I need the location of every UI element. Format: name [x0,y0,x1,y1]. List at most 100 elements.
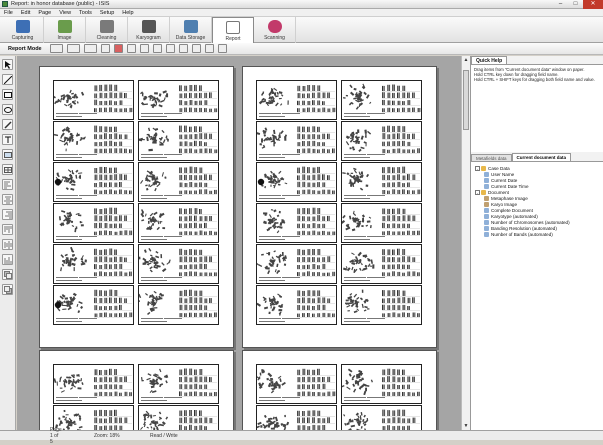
tab-current-document-data[interactable]: Current document data [512,153,572,161]
tab-capturing[interactable]: Capturing [2,17,44,43]
metaphase-karyogram-cell[interactable] [138,364,219,404]
tab-data-storage[interactable]: Data Storage [170,17,212,43]
new-document-button[interactable] [50,44,63,53]
metaphase-karyogram-cell[interactable] [256,80,337,120]
metaphase-karyogram-cell[interactable] [138,80,219,120]
scroll-down-icon[interactable]: ▼ [462,422,470,430]
metaphase-karyogram-cell[interactable] [256,121,337,161]
tree-item-label: Karyotype (automated) [491,214,538,219]
menu-tools[interactable]: Tools [75,10,96,16]
send-back-button[interactable] [2,284,13,295]
scrollbar-thumb[interactable] [463,70,469,130]
align-bottom-button[interactable] [2,254,13,265]
metaphase-karyogram-cell[interactable] [138,285,219,325]
metaphase-karyogram-cell[interactable] [53,203,134,243]
image-tool-button[interactable] [2,149,13,160]
report-page[interactable] [39,66,234,348]
table-tool-button[interactable] [2,164,13,175]
zoom-in-button[interactable] [153,44,162,53]
print-button[interactable] [114,44,123,53]
metaphase-karyogram-cell[interactable] [256,364,337,404]
align-middle-button[interactable] [2,239,13,250]
align-center-button[interactable] [2,194,13,205]
page-setup-button[interactable] [218,44,227,53]
menu-file[interactable]: File [0,10,17,16]
metaphase-karyogram-cell[interactable] [53,405,134,430]
metaphase-karyogram-cell[interactable] [341,162,422,202]
metaphase-thumbnail [54,406,135,430]
report-page[interactable] [39,350,234,430]
metaphase-karyogram-cell[interactable] [138,405,219,430]
metaphase-karyogram-cell[interactable] [53,244,134,284]
two-pages-button[interactable] [205,44,214,53]
metaphase-karyogram-cell[interactable] [138,244,219,284]
metaphase-karyogram-cell[interactable] [341,285,422,325]
zoom-out-button[interactable] [166,44,175,53]
metaphase-karyogram-cell[interactable] [53,121,134,161]
tab-image[interactable]: Image [44,17,86,43]
bring-front-icon [4,271,12,279]
tree-item-label: Complete Document [491,208,533,213]
align-top-button[interactable] [2,224,13,235]
metaphase-karyogram-cell[interactable] [53,162,134,202]
pen-tool-button[interactable] [2,119,13,130]
menu-edit[interactable]: Edit [17,10,34,16]
print-preview-button[interactable] [101,44,110,53]
tab-quick-help[interactable]: Quick Help [471,56,507,64]
zoom-fit-button[interactable] [179,44,188,53]
align-left-button[interactable] [2,179,13,190]
collapse-icon[interactable]: - [475,190,480,195]
close-button[interactable]: ✕ [583,0,603,9]
menu-page[interactable]: Page [34,10,55,16]
metaphase-karyogram-cell[interactable] [341,244,422,284]
metaphase-karyogram-cell[interactable] [256,285,337,325]
metaphase-karyogram-cell[interactable] [138,162,219,202]
metaphase-karyogram-cell[interactable] [341,121,422,161]
tab-cleaning[interactable]: Cleaning [86,17,128,43]
open-document-button[interactable] [67,44,80,53]
scroll-up-icon[interactable]: ▲ [462,56,470,64]
metaphase-karyogram-cell[interactable] [341,364,422,404]
tree-item[interactable]: Number of Bands (automated) [475,231,602,237]
report-canvas[interactable] [17,56,461,430]
vertical-scrollbar[interactable]: ▲ ▼ [461,56,470,430]
maximize-button[interactable]: □ [568,0,583,9]
metaphase-karyogram-cell[interactable] [138,121,219,161]
line-tool-button[interactable] [2,74,13,85]
folder-icon [481,190,486,195]
metaphase-karyogram-cell[interactable] [53,364,134,404]
report-page[interactable] [242,66,437,348]
metaphase-karyogram-cell[interactable] [256,405,337,430]
text-tool-button[interactable] [2,134,13,145]
bring-front-button[interactable] [2,269,13,280]
copy-button[interactable] [127,44,136,53]
metaphase-karyogram-cell[interactable] [256,244,337,284]
report-page[interactable] [242,350,437,430]
rectangle-tool-button[interactable] [2,89,13,100]
metaphase-karyogram-cell[interactable] [341,405,422,430]
metaphase-thumbnail [139,245,220,279]
menu-setup[interactable]: Setup [96,10,118,16]
paste-button[interactable] [140,44,149,53]
metaphase-thumbnail [342,406,423,430]
metaphase-karyogram-cell[interactable] [256,203,337,243]
metaphase-karyogram-cell[interactable] [256,162,337,202]
minimize-button[interactable]: – [553,0,568,9]
menu-help[interactable]: Help [118,10,137,16]
align-right-button[interactable] [2,209,13,220]
select-pointer-button[interactable] [2,59,13,70]
collapse-icon[interactable]: - [475,166,480,171]
menu-view[interactable]: View [55,10,75,16]
metaphase-karyogram-cell[interactable] [53,285,134,325]
metaphase-karyogram-cell[interactable] [341,203,422,243]
tab-metafields-data[interactable]: Metafields data [471,154,512,161]
tab-karyogram[interactable]: Karyogram [128,17,170,43]
tab-scanning[interactable]: Scanning [254,17,296,43]
metaphase-karyogram-cell[interactable] [138,203,219,243]
single-page-button[interactable] [192,44,201,53]
save-document-button[interactable] [84,44,97,53]
metaphase-karyogram-cell[interactable] [341,80,422,120]
tab-report[interactable]: Report [212,17,254,44]
metaphase-karyogram-cell[interactable] [53,80,134,120]
ellipse-tool-button[interactable] [2,104,13,115]
